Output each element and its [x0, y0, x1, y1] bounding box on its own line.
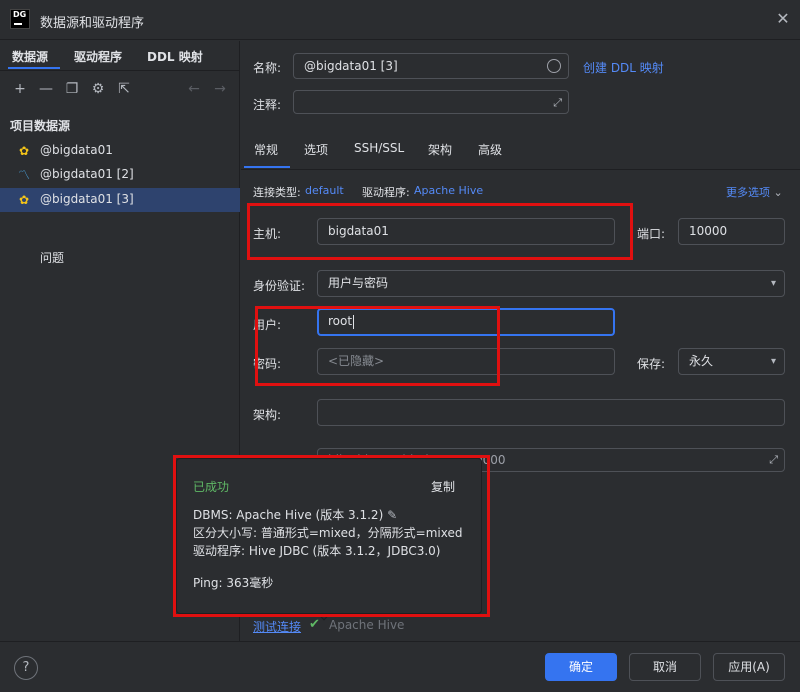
authentication-value: 用户与密码 [328, 276, 389, 290]
tab-ssh-ssl[interactable]: SSH/SSL [354, 141, 404, 155]
password-label: 密码: [253, 357, 282, 371]
case-info: 区分大小写: 普通形式=mixed，分隔形式=mixed [193, 526, 463, 540]
driver-link[interactable]: Apache Hive [414, 184, 483, 197]
ping-info: Ping: 363毫秒 [193, 576, 274, 590]
datasource-label: @bigdata01 [2] [40, 167, 134, 181]
dbms-text: DBMS: Apache Hive (版本 3.1.2) [193, 508, 384, 522]
section-title: 项目数据源 [10, 119, 71, 133]
tab-drivers[interactable]: 驱动程序 [74, 48, 122, 65]
divider [0, 70, 240, 71]
remove-icon[interactable]: — [38, 81, 54, 97]
tab-ddl-mapping[interactable]: DDL 映射 [147, 48, 203, 65]
more-options-link[interactable]: 更多选项 ⌄ [726, 184, 783, 200]
chevron-down-icon: ▾ [770, 356, 776, 367]
hive-icon: ✿ [18, 193, 30, 207]
cancel-button[interactable]: 取消 [629, 653, 701, 681]
active-tab-indicator [8, 67, 60, 69]
expand-icon[interactable]: ⤢ [769, 449, 778, 471]
save-select[interactable]: 永久 ▾ [678, 348, 785, 375]
connection-type-label: 连接类型: [253, 186, 301, 199]
success-status: 已成功 [193, 480, 230, 494]
port-input[interactable]: 10000 [678, 218, 785, 245]
edit-pencil-icon[interactable]: ✎ [387, 508, 397, 522]
test-result-popup: 已成功 复制 DBMS: Apache Hive (版本 3.1.2) ✎ 区分… [176, 458, 482, 614]
authentication-select[interactable]: 用户与密码 ▾ [317, 270, 785, 297]
divider [0, 641, 800, 642]
datasource-label: @bigdata01 [3] [40, 192, 134, 206]
datasource-item[interactable]: ✿ @bigdata01 [0, 139, 240, 163]
more-options-label: 更多选项 [726, 186, 770, 199]
expand-icon[interactable]: ⤢ [553, 91, 562, 115]
apply-button[interactable]: 应用(A) [713, 653, 785, 681]
user-label: 用户: [253, 318, 282, 332]
hive-icon: ✿ [18, 144, 30, 158]
user-value: root [328, 314, 353, 328]
active-tab-indicator [244, 166, 290, 168]
ok-button[interactable]: 确定 [545, 653, 617, 681]
name-label: 名称: [253, 61, 282, 75]
driver-info: 驱动程序: Hive JDBC (版本 3.1.2，JDBC3.0) [193, 544, 441, 558]
divider [241, 169, 800, 170]
name-input[interactable]: @bigdata01 [3] [293, 53, 569, 79]
tab-datasources[interactable]: 数据源 [12, 48, 48, 65]
window-title: 数据源和驱动程序 [40, 16, 145, 31]
tab-options[interactable]: 选项 [304, 141, 328, 158]
export-icon[interactable]: ⇱ [116, 81, 132, 97]
datasource-item[interactable]: 〽 @bigdata01 [2] [0, 163, 240, 187]
datasource-item-selected[interactable]: ✿ @bigdata01 [3] [0, 188, 240, 212]
copy-link[interactable]: 复制 [431, 478, 455, 495]
mysql-icon: 〽 [17, 168, 30, 182]
comment-label: 注释: [253, 98, 282, 112]
schema-input[interactable] [317, 399, 785, 426]
color-circle-icon[interactable] [547, 59, 561, 73]
create-ddl-mapping-link[interactable]: 创建 DDL 映射 [583, 59, 664, 76]
copy-icon[interactable]: ❐ [64, 81, 80, 97]
authentication-label: 身份验证: [253, 279, 306, 293]
datasource-label: @bigdata01 [40, 143, 113, 157]
add-icon[interactable]: + [12, 81, 28, 97]
port-label: 端口: [637, 227, 666, 241]
tab-schemas[interactable]: 架构 [428, 141, 452, 158]
save-label: 保存: [637, 357, 666, 371]
text-cursor [353, 314, 355, 329]
datagrip-logo: DG [10, 9, 30, 29]
host-label: 主机: [253, 227, 282, 241]
user-input[interactable]: root [317, 308, 615, 336]
settings-icon[interactable]: ⚙ [90, 81, 106, 97]
tab-advanced[interactable]: 高级 [478, 141, 502, 158]
back-arrow-icon[interactable]: ← [186, 81, 202, 97]
chevron-down-icon: ⌄ [773, 186, 783, 199]
save-value: 永久 [689, 354, 714, 368]
comment-input[interactable]: ⤢ [293, 90, 569, 114]
help-icon[interactable]: ? [14, 656, 38, 680]
test-result-text: Apache Hive [329, 618, 405, 632]
problems-item[interactable]: 问题 [40, 249, 64, 266]
driver-label: 驱动程序: [362, 186, 410, 199]
schema-label: 架构: [253, 408, 282, 422]
dbms-info: DBMS: Apache Hive (版本 3.1.2) ✎ [193, 506, 397, 523]
name-value: @bigdata01 [3] [304, 59, 398, 73]
test-connection-link[interactable]: 测试连接 [253, 618, 301, 635]
close-icon[interactable]: ✕ [774, 10, 792, 28]
forward-arrow-icon[interactable]: → [212, 81, 228, 97]
connection-type-link[interactable]: default [305, 184, 344, 197]
tab-general[interactable]: 常规 [254, 141, 278, 158]
host-input[interactable]: bigdata01 [317, 218, 615, 245]
chevron-down-icon: ▾ [770, 278, 776, 289]
password-input[interactable]: <已隐藏> [317, 348, 615, 375]
check-icon: ✔ [309, 617, 320, 632]
